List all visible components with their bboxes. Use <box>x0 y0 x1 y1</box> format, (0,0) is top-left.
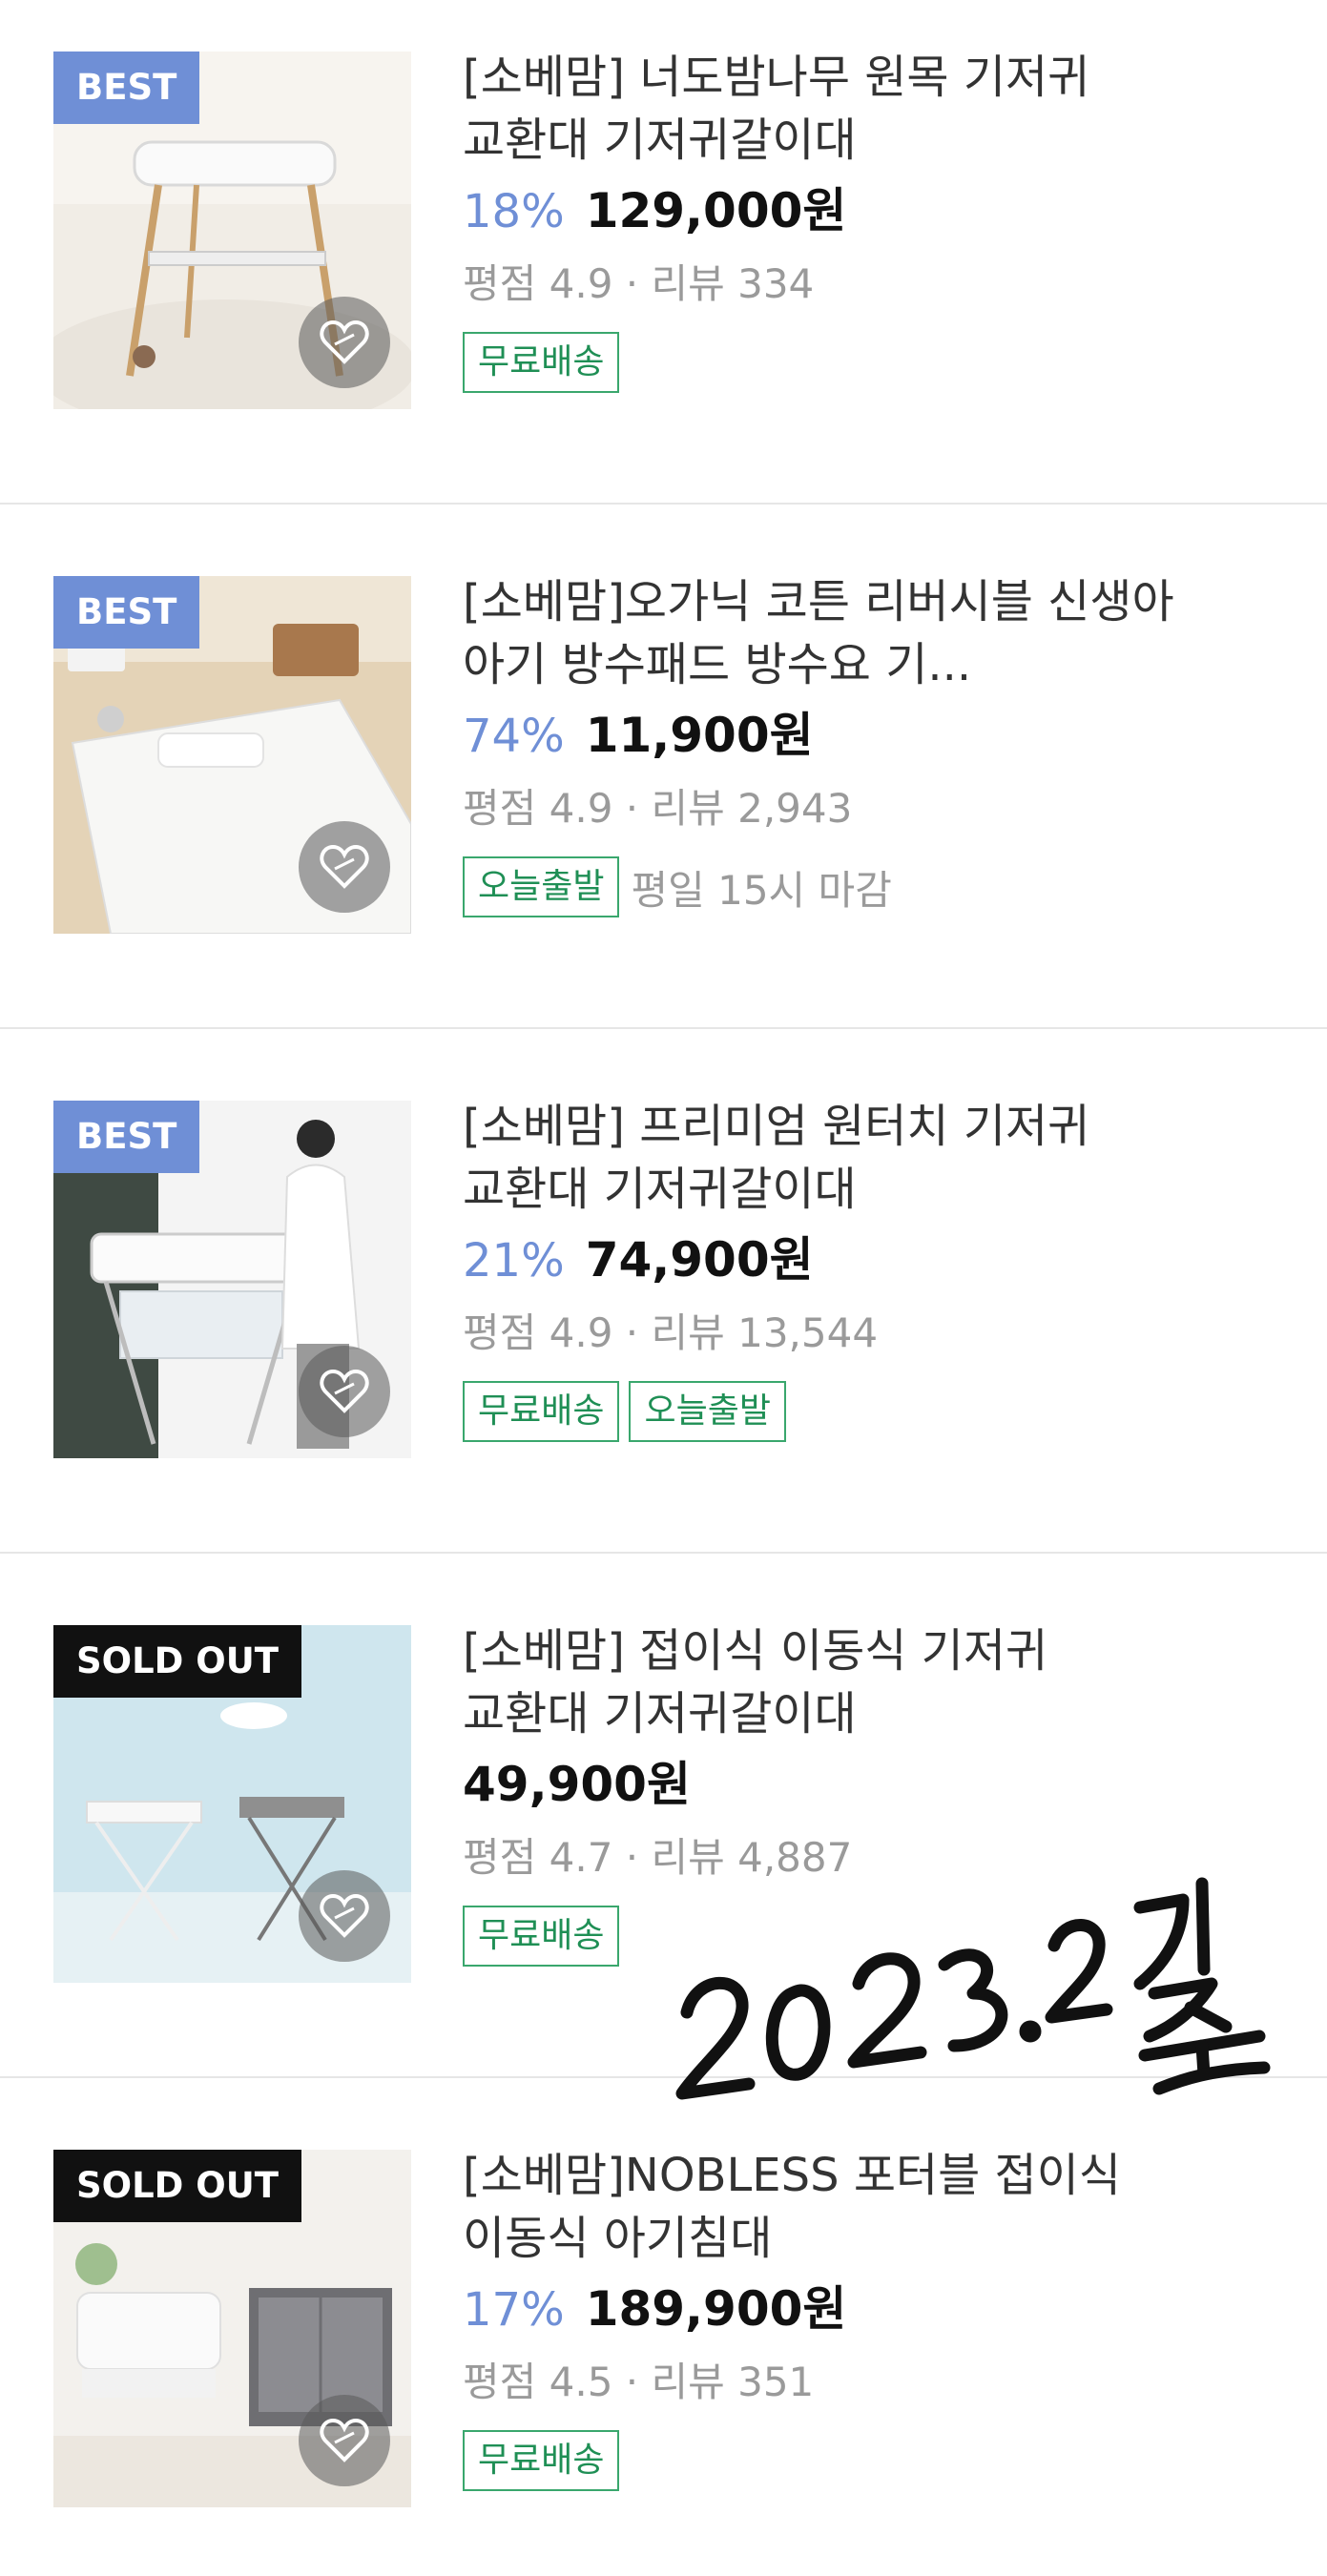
free-shipping-tag: 무료배송 <box>463 1381 620 1442</box>
tag-row: 무료배송 <box>463 2430 1188 2495</box>
product-price: 74,900원 <box>585 1232 814 1288</box>
wishlist-button[interactable] <box>299 821 390 913</box>
product-info: [소베맘] 프리미엄 원터치 기저귀 교환대 기저귀갈이대 21% 74,900원… <box>463 1095 1188 1446</box>
free-shipping-tag: 무료배송 <box>463 2430 620 2491</box>
product-price: 11,900원 <box>585 708 814 763</box>
product-card[interactable]: SOLD OUT [소베맘]NOBLESS 포터블 접이식 이동식 아기침대 1… <box>0 2098 1327 2576</box>
dispatch-deadline: 평일 15시 마감 <box>631 866 892 914</box>
product-title[interactable]: [소베맘] 프리미엄 원터치 기저귀 교환대 기저귀갈이대 <box>463 1095 1188 1221</box>
free-shipping-tag: 무료배송 <box>463 1906 620 1967</box>
rating-review: 평점 4.9 · 리뷰 334 <box>463 260 815 307</box>
product-info: [소베맘] 너도밤나무 원목 기저귀 교환대 기저귀갈이대 18% 129,000… <box>463 46 1188 397</box>
product-image[interactable]: BEST <box>53 52 411 409</box>
same-day-dispatch-tag: 오늘출발 <box>463 856 620 917</box>
same-day-dispatch-tag: 오늘출발 <box>629 1381 786 1442</box>
price-row: 21% 74,900원 <box>463 1226 1188 1293</box>
tag-row: 무료배송 <box>463 1906 1188 1970</box>
product-image[interactable]: SOLD OUT <box>53 2150 411 2507</box>
product-image[interactable]: BEST <box>53 1101 411 1458</box>
price-row: 17% 189,900원 <box>463 2276 1188 2342</box>
product-price: 49,900원 <box>463 1757 691 1812</box>
product-image[interactable]: SOLD OUT <box>53 1625 411 1983</box>
best-badge: BEST <box>53 1101 200 1173</box>
rating-review: 평점 4.7 · 리뷰 4,887 <box>463 1834 853 1881</box>
heart-icon <box>320 2418 369 2463</box>
discount-rate: 17% <box>463 2283 565 2337</box>
rating-review: 평점 4.9 · 리뷰 13,544 <box>463 1309 879 1356</box>
price-row: 74% 11,900원 <box>463 702 1188 769</box>
product-card[interactable]: BEST [소베맘] 너도밤나무 원목 기저귀 교환대 기저귀갈이대 18% 12… <box>0 0 1327 525</box>
product-card[interactable]: BEST [소베맘]오가닉 코튼 리버시블 신생아 아기 방수패드 방수요 기.… <box>0 525 1327 1049</box>
free-shipping-tag: 무료배송 <box>463 332 620 393</box>
product-info: [소베맘] 접이식 이동식 기저귀 교환대 기저귀갈이대 49,900원 평점 … <box>463 1619 1188 1970</box>
product-title[interactable]: [소베맘] 접이식 이동식 기저귀 교환대 기저귀갈이대 <box>463 1619 1188 1745</box>
tag-row: 무료배송 <box>463 332 1188 397</box>
product-info: [소베맘]NOBLESS 포터블 접이식 이동식 아기침대 17% 189,900… <box>463 2144 1188 2495</box>
sold-out-badge: SOLD OUT <box>53 1625 302 1698</box>
rating-review: 평점 4.9 · 리뷰 2,943 <box>463 785 853 832</box>
price-row: 49,900원 <box>463 1751 1188 1818</box>
heart-icon <box>320 319 369 364</box>
wishlist-button[interactable] <box>299 2395 390 2486</box>
wishlist-button[interactable] <box>299 297 390 388</box>
product-title[interactable]: [소베맘] 너도밤나무 원목 기저귀 교환대 기저귀갈이대 <box>463 46 1188 172</box>
product-image[interactable]: BEST <box>53 576 411 934</box>
best-badge: BEST <box>53 52 200 124</box>
product-card[interactable]: SOLD OUT [소베맘] 접이식 이동식 기저귀 교환대 기저귀갈이대 49… <box>0 1574 1327 2098</box>
tag-row: 오늘출발 평일 15시 마감 <box>463 856 1188 921</box>
discount-rate: 74% <box>463 710 565 763</box>
divider <box>0 1552 1327 1554</box>
heart-icon <box>320 1369 369 1413</box>
heart-icon <box>320 844 369 889</box>
best-badge: BEST <box>53 576 200 649</box>
product-info: [소베맘]오가닉 코튼 리버시블 신생아 아기 방수패드 방수요 기... 74… <box>463 570 1188 921</box>
discount-rate: 18% <box>463 185 565 238</box>
wishlist-button[interactable] <box>299 1346 390 1437</box>
product-list: BEST [소베맘] 너도밤나무 원목 기저귀 교환대 기저귀갈이대 18% 12… <box>0 0 1327 2576</box>
divider <box>0 1027 1327 1029</box>
product-price: 129,000원 <box>585 183 847 238</box>
divider <box>0 503 1327 505</box>
product-title[interactable]: [소베맘]오가닉 코튼 리버시블 신생아 아기 방수패드 방수요 기... <box>463 570 1188 696</box>
tag-row: 무료배송 오늘출발 <box>463 1381 1188 1446</box>
product-price: 189,900원 <box>585 2281 847 2337</box>
price-row: 18% 129,000원 <box>463 177 1188 244</box>
discount-rate: 21% <box>463 1234 565 1288</box>
product-card[interactable]: BEST [소베맘] 프리미엄 원터치 기저귀 교환대 기저귀갈이대 21% 74… <box>0 1049 1327 1574</box>
wishlist-button[interactable] <box>299 1870 390 1962</box>
sold-out-badge: SOLD OUT <box>53 2150 302 2222</box>
divider <box>0 2076 1327 2078</box>
heart-icon <box>320 1893 369 1938</box>
rating-review: 평점 4.5 · 리뷰 351 <box>463 2359 815 2405</box>
product-title[interactable]: [소베맘]NOBLESS 포터블 접이식 이동식 아기침대 <box>463 2144 1188 2270</box>
